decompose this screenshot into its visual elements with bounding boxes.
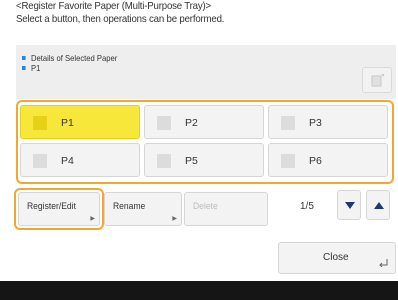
details-panel: Details of Selected Paper P1 [16,45,396,99]
paper-swatch-icon [33,116,47,130]
details-value: P1 [31,63,41,73]
paper-swatch-icon [281,154,295,168]
page-indicator: 1/5 [300,201,314,212]
status-bar [0,281,398,300]
paper-button-p1[interactable]: P1 [20,105,140,139]
paper-swatch-icon [281,116,295,130]
bullet-icon [22,66,26,70]
page-down-button[interactable] [337,190,361,220]
paper-swatch-icon [157,154,171,168]
submenu-arrow-icon: ▶ [90,216,95,222]
paper-button-p3[interactable]: P3 [268,105,388,139]
arrow-down-icon [345,202,355,209]
paper-button-p4[interactable]: P4 [20,143,140,177]
paper-settings-icon [371,73,385,87]
screen-title: <Register Favorite Paper (Multi-Purpose … [16,0,212,12]
arrow-up-icon [374,202,384,209]
paper-swatch-icon [157,116,171,130]
details-label: Details of Selected Paper [31,53,118,63]
submenu-arrow-icon: ▶ [172,216,177,222]
page-up-button[interactable] [366,190,390,220]
bullet-icon [22,56,26,60]
paper-swatch-icon [33,154,47,168]
header: <Register Favorite Paper (Multi-Purpose … [16,0,386,26]
paper-details-button[interactable] [362,67,392,93]
enter-icon [379,259,388,267]
paper-button-p2[interactable]: P2 [144,105,264,139]
rename-button[interactable]: Rename ▶ [104,192,182,226]
register-edit-button[interactable]: Register/Edit ▶ [18,192,100,226]
close-button[interactable]: Close [278,242,396,274]
paper-button-p5[interactable]: P5 [144,143,264,177]
delete-button[interactable]: Delete [184,192,268,226]
paper-button-p6[interactable]: P6 [268,143,388,177]
instruction-text: Select a button, then operations can be … [16,13,225,25]
